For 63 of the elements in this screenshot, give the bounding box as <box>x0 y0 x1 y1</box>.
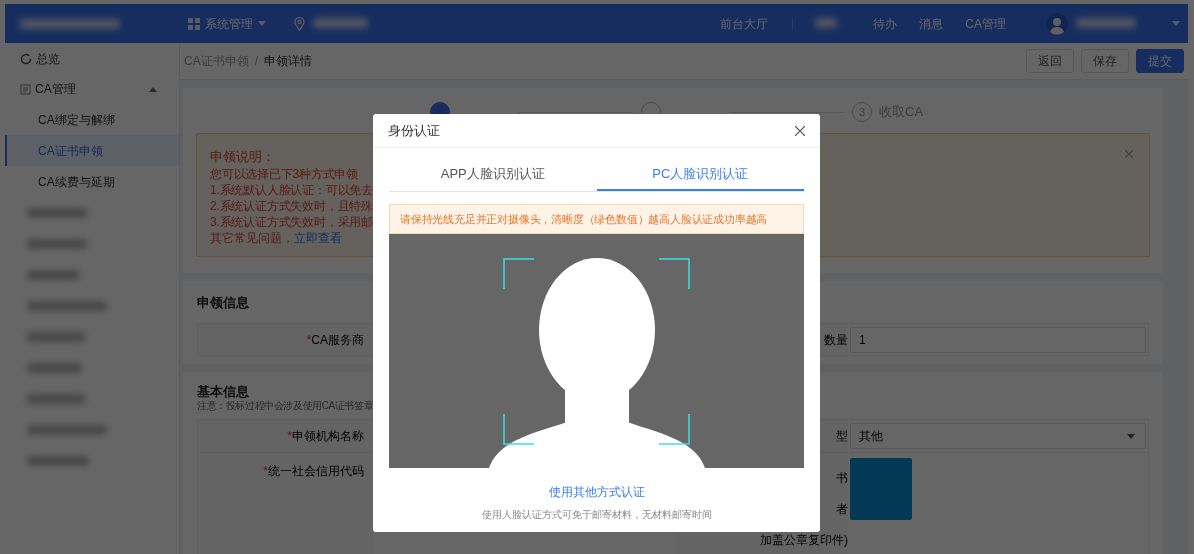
field-label: 书 <box>836 470 848 486</box>
sidebar-item[interactable]: 总览 <box>5 43 179 74</box>
notice-line: 1.系统默认人脸认证：可以免去 <box>210 182 373 198</box>
tab[interactable]: APP人脸识别认证 <box>389 158 597 191</box>
sidebar-item[interactable]: CA绑定与解绑 <box>5 104 179 135</box>
action-button[interactable]: 提交 <box>1136 49 1184 73</box>
section-title: 基本信息 <box>197 384 250 400</box>
breadcrumb-current: 申领详情 <box>264 53 312 70</box>
redacted-label <box>27 207 87 218</box>
redacted-label <box>27 331 85 342</box>
redacted-label <box>27 362 82 373</box>
redacted-label <box>27 455 89 466</box>
redacted-label <box>27 238 87 249</box>
grid-icon <box>188 17 200 30</box>
sidebar-group[interactable]: CA管理 <box>5 74 179 104</box>
redacted-label <box>815 17 838 28</box>
redacted-label <box>27 269 79 280</box>
quantity-input[interactable]: 1 <box>850 326 1146 353</box>
nav-link[interactable]: CA管理 <box>965 14 1006 33</box>
upload-thumbnail[interactable] <box>850 458 912 520</box>
hint-text: 使用人脸认证方式可免于邮寄材料，无材料邮寄时间 <box>481 508 712 522</box>
tab[interactable]: PC人脸识别认证 <box>596 158 804 191</box>
section-title: 申领信息 <box>197 294 250 312</box>
type-select[interactable]: 其他 <box>850 423 1146 449</box>
dialog-title: 身份认证 <box>388 121 441 140</box>
redacted-label <box>27 393 85 404</box>
person-silhouette-icon <box>489 258 705 468</box>
location-pin-icon <box>294 16 305 31</box>
breadcrumb-separator: / <box>254 53 258 70</box>
nav-link[interactable]: 消息 <box>919 14 944 33</box>
field-label: 数量 <box>824 331 848 349</box>
redacted-label <box>1076 17 1136 28</box>
field-label: 型 <box>836 428 848 445</box>
nav-link[interactable]: 待办 <box>873 14 898 33</box>
view-link[interactable]: 立即查看 <box>294 231 342 245</box>
caret-icon <box>1127 433 1135 439</box>
notice-line: 3.系统认证方式失效时，采用邮 <box>210 214 373 230</box>
field-label: *CA服务商 <box>306 331 364 349</box>
sidebar-item[interactable]: CA续费与延期 <box>5 166 179 197</box>
loading-ring-icon <box>20 52 32 65</box>
notice-title: 申领说明： <box>210 148 275 166</box>
field-label: *申领机构名称 <box>287 428 364 445</box>
sidebar-item[interactable]: CA证书申领 <box>5 135 179 166</box>
focus-frame-icon <box>503 258 690 445</box>
field-label: 加盖公章复印件) <box>760 532 848 548</box>
system-menu[interactable]: 系统管理 <box>188 14 266 33</box>
notice-line: 其它常见问题，立即查看 <box>210 230 342 246</box>
redacted-label <box>313 17 368 28</box>
document-icon <box>20 83 31 95</box>
field-label: 者 <box>836 501 848 517</box>
action-button[interactable]: 返回 <box>1026 49 1074 73</box>
field-label: *统一社会信用代码 <box>263 463 364 480</box>
nav-link[interactable]: 前台大厅 <box>720 14 769 33</box>
action-button[interactable]: 保存 <box>1081 49 1129 73</box>
other-method-link[interactable]: 使用其他方式认证 <box>548 483 645 501</box>
warning-banner: 请保持光线充足并正对摄像头，清晰度（绿色数值）越高人脸认证成功率越高 <box>389 204 804 234</box>
caret-icon <box>149 86 157 92</box>
notice-line: 您可以选择已下3种方式申领 <box>210 166 359 182</box>
caret-icon <box>1172 21 1180 26</box>
caret-icon <box>258 21 266 26</box>
close-icon[interactable] <box>795 125 805 136</box>
notice-line: 2.系统认证方式失效时，且特殊 <box>210 198 373 214</box>
avatar-icon[interactable] <box>1046 12 1068 35</box>
